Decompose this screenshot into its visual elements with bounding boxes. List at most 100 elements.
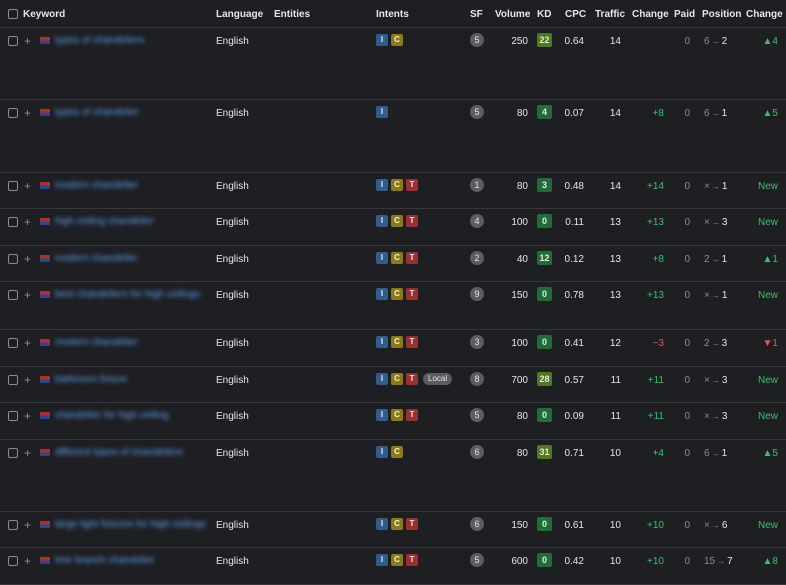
row-checkbox[interactable]	[8, 520, 18, 530]
keyword-link[interactable]: high ceiling chandelier	[55, 216, 154, 227]
row-checkbox[interactable]	[8, 217, 18, 227]
add-to-list-icon[interactable]: +	[24, 336, 31, 350]
keyword-link[interactable]: best chandeliers for high ceilings	[55, 289, 200, 300]
language-cell: English	[216, 338, 249, 349]
add-to-list-icon[interactable]: +	[24, 106, 31, 120]
serp-features-badge[interactable]: 3	[470, 335, 484, 349]
current-position: 1	[721, 448, 728, 459]
col-entities[interactable]: Entities	[274, 9, 310, 20]
kd-badge: 31	[537, 445, 552, 459]
intent-commercial-badge: C	[391, 554, 403, 566]
keyword-link[interactable]: types of chandeliers	[55, 35, 144, 46]
row-checkbox[interactable]	[8, 36, 18, 46]
col-kd[interactable]: KD	[537, 9, 551, 20]
intent-informational-badge: I	[376, 336, 388, 348]
col-intents[interactable]: Intents	[376, 9, 409, 20]
add-to-list-icon[interactable]: +	[24, 554, 31, 568]
paid-cell: 0	[684, 290, 690, 301]
serp-features-badge[interactable]: 6	[470, 445, 484, 459]
row-checkbox[interactable]	[8, 375, 18, 385]
traffic-change-cell: +11	[647, 411, 664, 422]
language-cell: English	[216, 375, 249, 386]
position-cell: × → 3	[704, 375, 727, 386]
serp-features-badge[interactable]: 5	[470, 553, 484, 567]
serp-features-badge[interactable]: 8	[470, 372, 484, 386]
keyword-link[interactable]: types of chandelier	[55, 107, 139, 118]
serp-features-badge[interactable]: 9	[470, 287, 484, 301]
row-checkbox[interactable]	[8, 181, 18, 191]
add-to-list-icon[interactable]: +	[24, 215, 31, 229]
serp-features-badge[interactable]: 1	[470, 178, 484, 192]
previous-position: ×	[704, 520, 710, 531]
traffic-cell: 14	[609, 181, 621, 192]
intents-cell: ICT	[376, 179, 421, 191]
position-cell: 2 → 3	[704, 338, 727, 349]
keyword-link[interactable]: modern chandelier	[55, 337, 138, 348]
add-to-list-icon[interactable]: +	[24, 179, 31, 193]
intent-commercial-badge: C	[391, 215, 403, 227]
serp-features-badge[interactable]: 5	[470, 105, 484, 119]
col-position[interactable]: Position	[702, 9, 741, 20]
table-row: + types of chandeliers English I C 5 250 22 0.64…	[0, 28, 786, 100]
traffic-cell: 13	[609, 217, 621, 228]
col-traffic[interactable]: Traffic	[595, 9, 625, 20]
intents-cell: I	[376, 106, 391, 118]
add-to-list-icon[interactable]: +	[24, 518, 31, 532]
serp-features-badge[interactable]: 6	[470, 517, 484, 531]
serp-features-badge[interactable]: 5	[470, 33, 484, 47]
row-checkbox[interactable]	[8, 556, 18, 566]
row-checkbox[interactable]	[8, 448, 18, 458]
traffic-cell: 13	[609, 254, 621, 265]
keyword-link[interactable]: bathroom fixture	[55, 374, 127, 385]
add-to-list-icon[interactable]: +	[24, 409, 31, 423]
col-volume[interactable]: Volume	[495, 9, 530, 20]
add-to-list-icon[interactable]: +	[24, 252, 31, 266]
keyword-link[interactable]: different types of chandeliers	[55, 447, 183, 458]
position-change-cell: ▲5	[762, 108, 778, 119]
intent-informational-badge: I	[376, 34, 388, 46]
volume-cell: 150	[511, 520, 528, 531]
add-to-list-icon[interactable]: +	[24, 446, 31, 460]
row-checkbox[interactable]	[8, 338, 18, 348]
traffic-change-cell: +4	[652, 448, 664, 459]
keyword-link[interactable]: tree branch chandelier	[55, 555, 155, 566]
row-checkbox[interactable]	[8, 108, 18, 118]
keyword-link[interactable]: chandelier for high ceiling	[55, 410, 168, 421]
col-position-change[interactable]: Change	[746, 9, 783, 20]
previous-position: ×	[704, 290, 710, 301]
table-row: + large light fixtures for high ceilings E…	[0, 512, 786, 548]
keyword-link[interactable]: large light fixtures for high ceilings	[55, 519, 206, 530]
row-checkbox[interactable]	[8, 411, 18, 421]
traffic-change-cell: −3	[652, 338, 664, 349]
intents-cell: ICT	[376, 336, 421, 348]
row-checkbox[interactable]	[8, 290, 18, 300]
intent-informational-badge: I	[376, 409, 388, 421]
intent-commercial-badge: C	[391, 518, 403, 530]
serp-features-badge[interactable]: 4	[470, 214, 484, 228]
add-to-list-icon[interactable]: +	[24, 34, 31, 48]
previous-position: 15	[704, 556, 716, 567]
col-cpc[interactable]: CPC	[565, 9, 586, 20]
language-cell: English	[216, 36, 249, 47]
position-cell: × → 3	[704, 411, 727, 422]
col-change[interactable]: Change	[632, 9, 669, 20]
add-to-list-icon[interactable]: +	[24, 373, 31, 387]
country-flag-icon	[40, 412, 50, 419]
keyword-link[interactable]: modern chandelier	[55, 180, 138, 191]
position-arrow-icon: →	[711, 291, 720, 300]
intents-cell: ICT	[376, 288, 421, 300]
col-paid[interactable]: Paid	[674, 9, 695, 20]
add-to-list-icon[interactable]: +	[24, 288, 31, 302]
country-flag-icon	[40, 339, 50, 346]
col-sf[interactable]: SF	[470, 9, 483, 20]
keyword-link[interactable]: modern chandelier	[55, 253, 138, 264]
traffic-cell: 14	[609, 108, 621, 119]
serp-features-badge[interactable]: 5	[470, 408, 484, 422]
col-language[interactable]: Language	[216, 9, 263, 20]
cpc-cell: 0.61	[564, 520, 584, 531]
serp-features-badge[interactable]: 2	[470, 251, 484, 265]
row-checkbox[interactable]	[8, 254, 18, 264]
intent-informational-badge: I	[376, 252, 388, 264]
col-keyword[interactable]: Keyword	[23, 9, 65, 20]
select-all-checkbox[interactable]	[8, 9, 18, 19]
